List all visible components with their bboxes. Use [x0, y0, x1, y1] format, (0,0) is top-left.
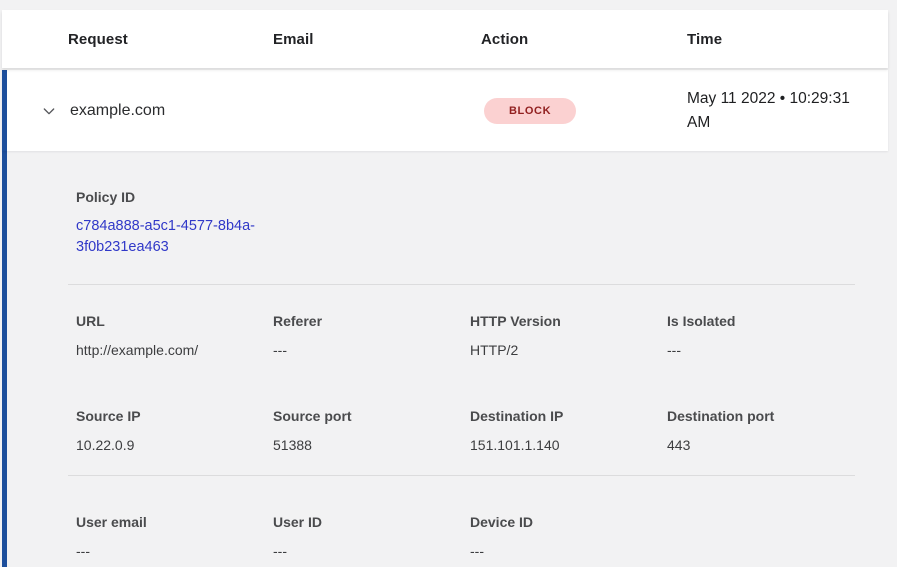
details-grid-main: URL http://example.com/ Referer --- HTTP…: [76, 311, 855, 455]
field-label: Referer: [273, 311, 470, 331]
field-label: Source IP: [76, 406, 273, 426]
collapse-row-button[interactable]: [40, 102, 58, 120]
field-label: URL: [76, 311, 273, 331]
field-device-id: Device ID ---: [470, 512, 667, 561]
field-value: ---: [273, 340, 470, 360]
field-source-port: Source port 51388: [273, 406, 470, 455]
field-label: Source port: [273, 406, 470, 426]
field-label: User email: [76, 512, 273, 532]
field-http-version: HTTP Version HTTP/2: [470, 311, 667, 360]
log-row-example-com[interactable]: example.com BLOCK May 11 2022 • 10:29:31…: [2, 70, 888, 151]
section-divider: [68, 284, 855, 285]
field-label: Device ID: [470, 512, 667, 532]
row-time-line1: May 11 2022 • 10:29:31: [687, 87, 888, 111]
table-header: Request Email Action Time: [2, 10, 888, 68]
field-user-email: User email ---: [76, 512, 273, 561]
row-time-line2: AM: [687, 111, 888, 135]
column-header-time: Time: [687, 31, 888, 48]
field-label: User ID: [273, 512, 470, 532]
field-user-id: User ID ---: [273, 512, 470, 561]
field-destination-port: Destination port 443: [667, 406, 864, 455]
field-value: 51388: [273, 435, 470, 455]
policy-id-link[interactable]: c784a888-a5c1-4577-8b4a-3f0b231ea463: [76, 216, 281, 258]
field-destination-ip: Destination IP 151.101.1.140: [470, 406, 667, 455]
field-value: http://example.com/: [76, 340, 273, 360]
section-divider: [68, 475, 855, 476]
column-header-request: Request: [2, 31, 273, 48]
field-label: Destination IP: [470, 406, 667, 426]
field-value: ---: [470, 541, 667, 561]
field-value: ---: [76, 541, 273, 561]
field-is-isolated: Is Isolated ---: [667, 311, 864, 360]
details-grid-user: User email --- User ID --- Device ID ---: [76, 512, 855, 561]
field-value: 10.22.0.9: [76, 435, 273, 455]
expanded-details-panel: Policy ID c784a888-a5c1-4577-8b4a-3f0b23…: [2, 151, 897, 567]
row-request-value: example.com: [70, 102, 273, 120]
field-url: URL http://example.com/: [76, 311, 273, 360]
field-label: HTTP Version: [470, 311, 667, 331]
block-status-badge: BLOCK: [484, 98, 576, 124]
field-value: 443: [667, 435, 864, 455]
field-value: ---: [667, 340, 864, 360]
row-action-cell: BLOCK: [481, 98, 687, 124]
row-time-value: May 11 2022 • 10:29:31 AM: [687, 87, 888, 135]
field-label-policy-id: Policy ID: [76, 187, 855, 207]
column-header-action: Action: [481, 31, 687, 48]
chevron-down-icon: [41, 103, 57, 119]
request-log-screen: Request Email Action Time example.com BL…: [0, 0, 897, 567]
field-label: Is Isolated: [667, 311, 864, 331]
field-source-ip: Source IP 10.22.0.9: [76, 406, 273, 455]
policy-id-section: Policy ID c784a888-a5c1-4577-8b4a-3f0b23…: [76, 187, 855, 258]
field-value: 151.101.1.140: [470, 435, 667, 455]
field-referer: Referer ---: [273, 311, 470, 360]
field-value: ---: [273, 541, 470, 561]
column-header-email: Email: [273, 31, 481, 48]
field-label: Destination port: [667, 406, 864, 426]
field-value: HTTP/2: [470, 340, 667, 360]
